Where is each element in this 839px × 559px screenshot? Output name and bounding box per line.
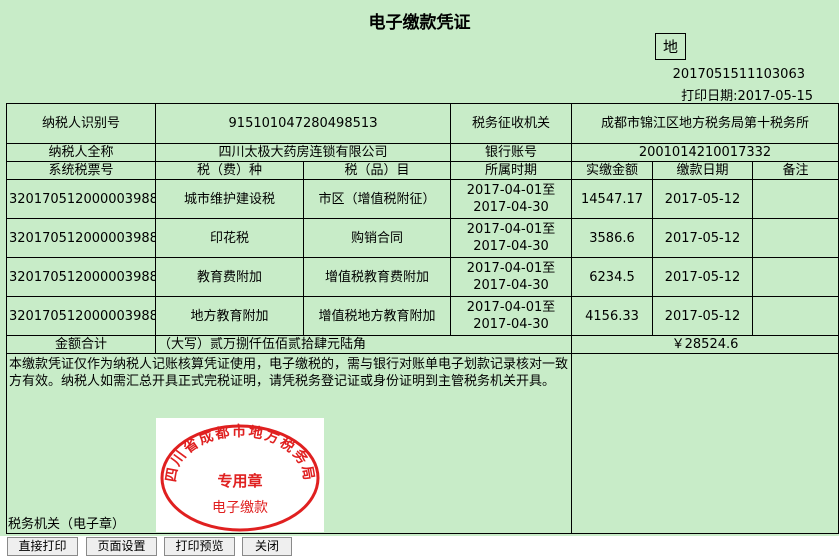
total-label: 金额合计: [6, 335, 156, 354]
col-header-tax-type: 税（费）种: [155, 161, 304, 180]
taxpayer-name-label: 纳税人全称: [6, 143, 156, 162]
total-row: 金额合计 （大写）贰万捌仟伍佰贰拾肆元陆角 ￥28524.6: [6, 335, 839, 354]
tax-authority-seal-label: 税务机关（电子章）: [8, 517, 126, 532]
taxpayer-name-value: 四川太极大药房连锁有限公司: [154, 143, 452, 162]
bank-account-label: 银行账号: [450, 143, 573, 162]
table-row: 320170512000003988 印花税 购销合同 2017-04-01至2…: [6, 218, 839, 258]
page-title: 电子缴款凭证: [368, 13, 471, 33]
cell-item: 市区（增值税附征）: [302, 179, 452, 219]
seal-bottom-text: 电子缴款: [212, 500, 268, 516]
cell-amount: 6234.5: [571, 257, 654, 297]
cell-tax-type: 地方教育附加: [155, 296, 304, 336]
cell-period: 2017-04-01至2017-04-30: [450, 218, 573, 258]
blank-cell: [571, 353, 839, 534]
voucher-table: 纳税人识别号 91510104728049851З 税务征收机关 成都市锦江区地…: [5, 103, 839, 534]
cell-tax-type: 教育费附加: [155, 257, 304, 297]
notice-text: 本缴款凭证仅作为纳税人记账核算凭证使用，电子缴税的，需与银行对账单电子划款记录核…: [9, 357, 569, 389]
col-header-period: 所属时期: [450, 161, 573, 180]
serial-number: 2017051511103063: [672, 67, 805, 82]
seal-center-text: 专用章: [217, 472, 262, 490]
taxpayer-id-label: 纳税人识别号: [6, 103, 156, 144]
cell-note: [752, 257, 839, 297]
tax-authority-value: 成都市锦江区地方税务局第十税务所: [571, 103, 839, 144]
cell-ticket: 320170512000003988: [6, 257, 156, 297]
cell-date: 2017-05-12: [652, 218, 754, 258]
cell-ticket: 320170512000003988: [6, 296, 156, 336]
column-header-row: 系统税票号 税（费）种 税（品）目 所属时期 实缴金额 缴款日期 备注: [6, 161, 839, 180]
col-header-date: 缴款日期: [652, 161, 754, 180]
taxpayer-id-value: 91510104728049851З: [154, 103, 452, 144]
total-amount-words: （大写）贰万捌仟伍佰贰拾肆元陆角: [154, 335, 573, 354]
cell-ticket: 320170512000003988: [6, 179, 156, 219]
cell-date: 2017-05-12: [652, 179, 754, 219]
col-header-ticket: 系统税票号: [6, 161, 156, 180]
col-header-amount: 实缴金额: [571, 161, 654, 180]
cell-date: 2017-05-12: [652, 257, 754, 297]
cell-note: [752, 179, 839, 219]
cell-ticket: 320170512000003988: [6, 218, 156, 258]
cell-note: [752, 218, 839, 258]
total-amount: ￥28524.6: [571, 335, 839, 354]
cell-item: 增值税地方教育附加: [302, 296, 452, 336]
cell-period: 2017-04-01至2017-04-30: [450, 179, 573, 219]
cell-period: 2017-04-01至2017-04-30: [450, 257, 573, 297]
electronic-seal: 四川省成都市地方税务局 专用章 电子缴款: [156, 418, 324, 532]
region-mark: 地: [655, 33, 686, 60]
cell-amount: 3586.6: [571, 218, 654, 258]
print-toolbar: 直接打印 页面设置 打印预览 关闭: [0, 536, 839, 559]
cell-amount: 14547.17: [571, 179, 654, 219]
cell-tax-type: 城市维护建设税: [155, 179, 304, 219]
cell-item: 购销合同: [302, 218, 452, 258]
tax-authority-label: 税务征收机关: [450, 103, 573, 144]
print-date: 打印日期:2017-05-15: [681, 89, 813, 104]
close-button[interactable]: 关闭: [242, 537, 292, 556]
cell-amount: 4156.33: [571, 296, 654, 336]
table-row: 320170512000003988 教育费附加 增值税教育费附加 2017-0…: [6, 257, 839, 297]
cell-note: [752, 296, 839, 336]
cell-item: 增值税教育费附加: [302, 257, 452, 297]
page-setup-button[interactable]: 页面设置: [86, 537, 157, 556]
col-header-note: 备注: [752, 161, 839, 180]
cell-period: 2017-04-01至2017-04-30: [450, 296, 573, 336]
seal-graphic: 四川省成都市地方税务局 专用章 电子缴款: [160, 423, 320, 532]
print-direct-button[interactable]: 直接打印: [7, 537, 78, 556]
col-header-item: 税（品）目: [302, 161, 452, 180]
cell-date: 2017-05-12: [652, 296, 754, 336]
bank-account-value: 2001014210017332: [571, 143, 839, 162]
print-preview-button[interactable]: 打印预览: [164, 537, 235, 556]
table-row: 320170512000003988 城市维护建设税 市区（增值税附征） 201…: [6, 179, 839, 219]
table-row: 320170512000003988 地方教育附加 增值税地方教育附加 2017…: [6, 296, 839, 336]
cell-tax-type: 印花税: [155, 218, 304, 258]
